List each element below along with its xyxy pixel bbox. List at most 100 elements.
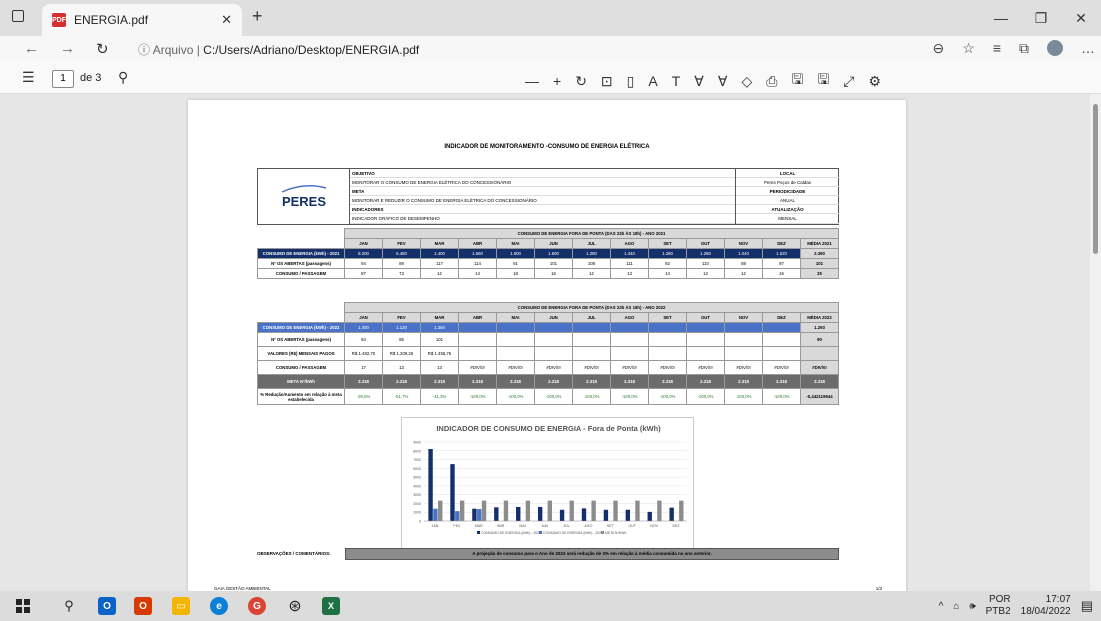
- table-cell: [572, 322, 611, 333]
- month-header: JAN: [344, 312, 383, 323]
- table-cell: 1.120: [382, 322, 421, 333]
- table-cell: 2.318: [420, 374, 459, 389]
- x-tick-label: MAI: [519, 524, 525, 528]
- notifications-icon[interactable]: ▤: [1081, 598, 1093, 614]
- settings-icon[interactable]: ⚙: [869, 73, 882, 90]
- table-cell: 1.520: [762, 248, 801, 259]
- month-header: JUN: [534, 312, 573, 323]
- url-field[interactable]: ⓘ Arquivo | C:/Users/Adriano/Desktop/ENE…: [138, 41, 419, 58]
- table-cell: [800, 346, 839, 361]
- search-icon[interactable]: ⚲: [60, 597, 78, 615]
- pdf-viewer[interactable]: INDICADOR DE MONITORAMENTO -CONSUMO DE E…: [0, 94, 1090, 591]
- back-button[interactable]: ←: [24, 40, 39, 57]
- table-cell: [648, 332, 687, 347]
- contents-icon[interactable]: ☰: [22, 69, 35, 86]
- scrollbar-thumb[interactable]: [1093, 104, 1098, 254]
- zoom-icon[interactable]: ⊖: [933, 40, 945, 57]
- office-icon[interactable]: O: [134, 597, 152, 615]
- page-view-icon[interactable]: ▯: [627, 73, 635, 90]
- month-header: FEV: [382, 238, 421, 249]
- month-header: DEZ: [762, 238, 801, 249]
- x-tick-label: JAN: [432, 524, 439, 528]
- rotate-icon[interactable]: ↻: [575, 73, 587, 90]
- table-cell: -100,0%: [724, 388, 763, 405]
- save-icon[interactable]: 🖫: [791, 69, 803, 93]
- table-2022: CONSUMO DE ENERGIA FORA DE PONTA (DAS 23…: [257, 302, 839, 405]
- table-2021-caption: CONSUMO DE ENERGIA FORA DE PONTA (DAS 23…: [344, 228, 839, 239]
- network-icon[interactable]: ⌂: [953, 601, 959, 612]
- language-indicator[interactable]: POR PTB2: [986, 594, 1011, 618]
- table-cell: [686, 332, 725, 347]
- outlook-icon[interactable]: O: [98, 597, 116, 615]
- new-tab-button[interactable]: +: [252, 6, 263, 27]
- browser-tab[interactable]: PDF ENERGIA.pdf ✕: [42, 4, 242, 36]
- close-tab-icon[interactable]: ✕: [221, 12, 232, 28]
- fullscreen-icon[interactable]: ⤢: [843, 73, 854, 90]
- table-cell: -100,0%: [572, 388, 611, 405]
- app-icon[interactable]: ⊛: [286, 597, 304, 615]
- table-cell: 2.318: [534, 374, 573, 389]
- draw-icon[interactable]: ∀: [694, 73, 704, 90]
- table-cell: 2.318: [762, 374, 801, 389]
- favorites-list-icon[interactable]: ≡: [993, 40, 1001, 57]
- table-cell: 92: [648, 258, 687, 269]
- collections-icon[interactable]: ⧉: [1019, 40, 1029, 57]
- info-icon[interactable]: ⓘ: [138, 43, 153, 57]
- table-cell: 2.318: [610, 374, 649, 389]
- tray-chevron-icon[interactable]: ^: [939, 601, 944, 612]
- vertical-scrollbar[interactable]: [1090, 94, 1101, 591]
- chart-svg: 0 1000 2000 3000 4000 5000 6000 7000 8000 9000 JAN…: [413, 441, 687, 535]
- favorite-icon[interactable]: ☆: [962, 40, 975, 57]
- file-explorer-icon[interactable]: ▭: [172, 597, 190, 615]
- month-header: JUL: [572, 312, 611, 323]
- read-aloud-icon[interactable]: A: [648, 73, 657, 89]
- table-cell: 2.318: [458, 374, 497, 389]
- close-window-button[interactable]: ✕: [1061, 0, 1101, 36]
- pdf-file-icon: PDF: [52, 13, 66, 27]
- highlight-icon[interactable]: ∀: [718, 73, 728, 90]
- bar: [603, 509, 609, 521]
- restore-button[interactable]: ❐: [1021, 0, 1061, 36]
- document-title: INDICADOR DE MONITORAMENTO -CONSUMO DE E…: [444, 144, 650, 150]
- chrome-icon[interactable]: G: [248, 597, 266, 615]
- table-cell: [572, 346, 611, 361]
- table-cell: 12: [572, 268, 611, 279]
- excel-icon[interactable]: X: [322, 597, 340, 615]
- more-menu-icon[interactable]: …: [1081, 40, 1095, 57]
- table-cell: 1.440: [610, 248, 649, 259]
- refresh-button[interactable]: ↻: [96, 40, 109, 58]
- save-as-icon[interactable]: 🖫: [817, 69, 829, 93]
- zoom-out-icon[interactable]: —: [525, 73, 539, 89]
- profile-avatar[interactable]: [1047, 40, 1063, 56]
- bar: [635, 500, 640, 521]
- forward-button[interactable]: →: [60, 40, 75, 57]
- print-icon[interactable]: ⎙: [766, 73, 777, 90]
- table-cell: [496, 346, 535, 361]
- search-icon[interactable]: ⚲: [118, 69, 128, 86]
- tab-actions-icon[interactable]: [12, 10, 24, 22]
- tab-title: ENERGIA.pdf: [74, 13, 149, 27]
- volume-icon[interactable]: 🕪: [969, 601, 975, 612]
- page-number-input[interactable]: 1: [52, 70, 74, 88]
- windows-start-icon[interactable]: [14, 597, 32, 615]
- table-cell: 117: [420, 258, 459, 269]
- bar: [494, 507, 499, 521]
- bar: [669, 507, 674, 521]
- month-header: ABR: [458, 312, 497, 323]
- edge-icon[interactable]: e: [210, 597, 228, 615]
- text-icon[interactable]: T: [672, 73, 681, 89]
- minimize-button[interactable]: —: [981, 0, 1021, 36]
- zoom-in-icon[interactable]: +: [553, 73, 561, 89]
- observations-label: OBSERVAÇÕES / COMENTÁRIOS:: [257, 551, 331, 556]
- local-text: Peres Poços de Caldas: [736, 178, 839, 188]
- fit-page-icon[interactable]: ⊡: [601, 73, 613, 90]
- observations: OBSERVAÇÕES / COMENTÁRIOS: A projeção de…: [257, 548, 839, 560]
- table-cell: 1.293: [800, 322, 839, 333]
- peres-logo: PERES: [258, 169, 350, 224]
- bar: [613, 500, 618, 521]
- table-cell: [686, 322, 725, 333]
- bar: [516, 506, 521, 521]
- month-header: ABR: [458, 238, 497, 249]
- clock[interactable]: 17:07 18/04/2022: [1021, 594, 1071, 618]
- erase-icon[interactable]: ◇: [741, 73, 752, 90]
